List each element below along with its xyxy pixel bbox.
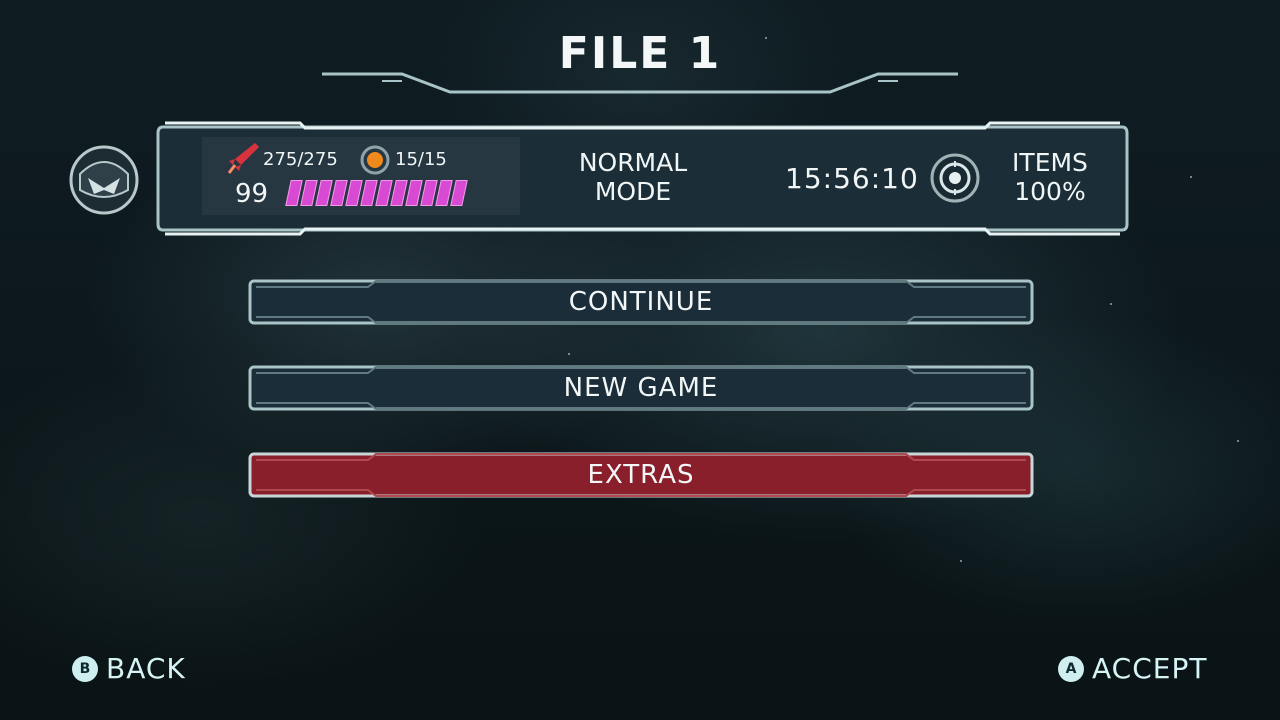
background-star: [960, 560, 962, 562]
play-time-orb-icon: [930, 153, 980, 203]
a-button-icon: A: [1058, 655, 1084, 682]
items-label: ITEMS: [1012, 148, 1088, 177]
new-game-button[interactable]: NEW GAME: [248, 365, 1034, 411]
file-menu-screen: FILE 1 275/275 15/15 99 NORMAL MODE 15:5…: [0, 0, 1280, 720]
missile-count: 275/275: [263, 149, 338, 170]
difficulty-mode: NORMAL MODE: [578, 148, 688, 206]
back-prompt[interactable]: B BACK: [72, 652, 186, 685]
power-bomb-count: 15/15: [395, 149, 447, 170]
energy-tank-bar: [285, 180, 472, 208]
play-time: 15:56:10: [785, 162, 919, 195]
accept-prompt[interactable]: A ACCEPT: [1058, 652, 1207, 685]
continue-label: CONTINUE: [568, 287, 714, 317]
missile-icon: [227, 143, 259, 174]
energy-value: 99: [235, 179, 269, 209]
items-percent: 100%: [1014, 177, 1086, 206]
background-star: [568, 353, 570, 355]
items-completion: ITEMS 100%: [995, 148, 1105, 206]
samus-helmet-emblem-icon: [69, 145, 139, 215]
continue-button[interactable]: CONTINUE: [248, 279, 1034, 325]
background-star: [1190, 176, 1192, 178]
title-divider: [322, 72, 958, 94]
back-label: BACK: [106, 652, 186, 685]
energy-tank: [450, 180, 468, 206]
accept-label: ACCEPT: [1092, 652, 1208, 685]
extras-button[interactable]: EXTRAS: [248, 452, 1034, 498]
extras-label: EXTRAS: [587, 460, 695, 490]
power-bomb-icon: [360, 145, 390, 175]
new-game-label: NEW GAME: [563, 373, 719, 403]
b-button-icon: B: [72, 655, 98, 682]
background-star: [1237, 440, 1239, 442]
background-star: [1110, 303, 1112, 305]
save-file-panel[interactable]: 275/275 15/15 99 NORMAL MODE 15:56:10 IT…: [155, 121, 1130, 236]
